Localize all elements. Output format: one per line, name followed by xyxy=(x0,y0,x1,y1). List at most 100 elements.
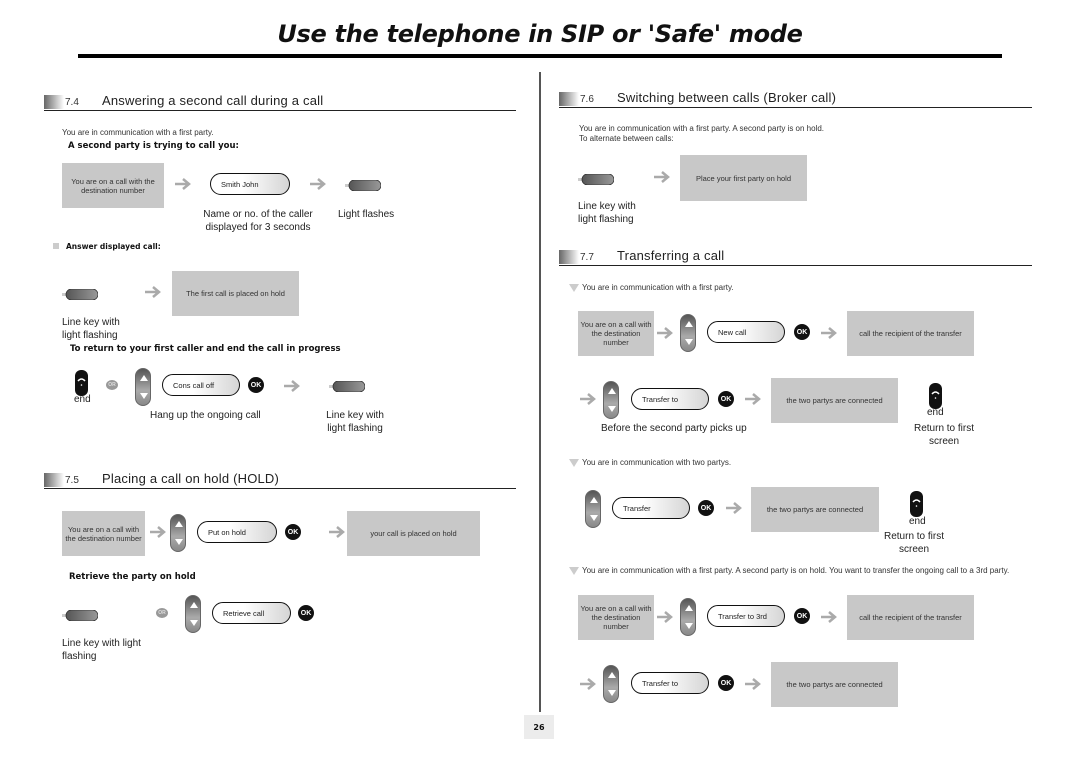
down-arrow-icon xyxy=(608,406,616,412)
navigation-key-icon[interactable] xyxy=(185,595,201,633)
down-arrow-icon xyxy=(175,539,183,545)
right-arrow-icon xyxy=(145,286,163,298)
subheading: A second party is trying to call you: xyxy=(68,141,239,151)
ok-button[interactable]: OK xyxy=(794,324,810,340)
bullet-square xyxy=(53,243,59,249)
intro-text: You are in communication with a first pa… xyxy=(62,128,214,137)
navigation-key-icon[interactable] xyxy=(170,514,186,552)
ok-button[interactable]: OK xyxy=(298,605,314,621)
subheading: Retrieve the party on hold xyxy=(69,572,196,582)
ok-button[interactable]: OK xyxy=(248,377,264,393)
navigation-key-icon[interactable] xyxy=(603,381,619,419)
right-arrow-icon xyxy=(580,678,598,690)
right-arrow-icon xyxy=(284,380,302,392)
caption-return: Return to first screen xyxy=(883,531,945,555)
page-title: Use the telephone in SIP or 'Safe' mode xyxy=(277,20,803,48)
hang-up-key-icon[interactable] xyxy=(910,491,923,517)
caption-hangup: Hang up the ongoing call xyxy=(150,410,261,421)
section-number: 7.5 xyxy=(65,475,79,486)
intro-text: You are in communication with a first pa… xyxy=(582,283,734,292)
ok-button[interactable]: OK xyxy=(718,675,734,691)
display-screen: Transfer xyxy=(612,497,690,519)
section-title: Transferring a call xyxy=(617,248,725,263)
navigation-key-icon[interactable] xyxy=(135,368,151,406)
intro-text: You are in communication with a first pa… xyxy=(582,566,1010,575)
state-box: You are on a call with the destination n… xyxy=(62,163,164,208)
display-screen: Smith John xyxy=(210,173,290,195)
section-title: Answering a second call during a call xyxy=(102,93,324,108)
navigation-key-icon[interactable] xyxy=(680,314,696,352)
intro-text: You are in communication with two partys… xyxy=(582,458,732,467)
up-arrow-icon xyxy=(608,388,616,394)
line-key-icon[interactable] xyxy=(62,287,99,301)
ok-button[interactable]: OK xyxy=(285,524,301,540)
caption-linekey: Line key with light flashing xyxy=(326,410,384,434)
display-screen: Transfer to xyxy=(631,672,709,694)
state-box: call the recipient of the transfer xyxy=(847,311,974,356)
state-box: Place your first party on hold xyxy=(680,155,807,201)
right-arrow-icon xyxy=(150,526,168,538)
intro-text: To alternate between calls: xyxy=(579,134,674,143)
intro-text: You are in communication with a first pa… xyxy=(579,124,825,133)
column-divider xyxy=(539,72,541,712)
caption-linekey: Line key with light flashing xyxy=(62,317,120,341)
section-header-7-6: 7.6 Switching between calls (Broker call… xyxy=(559,90,1032,108)
navigation-key-icon[interactable] xyxy=(585,490,601,528)
line-key-icon[interactable] xyxy=(62,608,99,622)
right-arrow-icon xyxy=(310,178,328,190)
title-rule xyxy=(78,54,1002,58)
line-key-icon[interactable] xyxy=(578,172,615,186)
up-arrow-icon xyxy=(190,602,198,608)
down-arrow-icon xyxy=(140,393,148,399)
right-arrow-icon xyxy=(654,171,672,183)
up-arrow-icon xyxy=(175,521,183,527)
answer-label: Answer displayed call: xyxy=(66,242,161,251)
section-header-7-7: 7.7 Transferring a call xyxy=(559,248,1032,266)
up-arrow-icon xyxy=(608,672,616,678)
navigation-key-icon[interactable] xyxy=(603,665,619,703)
ok-button[interactable]: OK xyxy=(718,391,734,407)
bullet-triangle xyxy=(569,459,579,467)
section-marker xyxy=(559,250,579,264)
bullet-triangle xyxy=(569,567,579,575)
section-title: Placing a call on hold (HOLD) xyxy=(102,471,280,486)
right-arrow-icon xyxy=(175,178,193,190)
line-key-icon[interactable] xyxy=(329,379,366,393)
right-arrow-icon xyxy=(580,393,598,405)
navigation-key-icon[interactable] xyxy=(680,598,696,636)
line-key-icon[interactable] xyxy=(345,178,382,192)
section-marker xyxy=(44,473,64,487)
down-arrow-icon xyxy=(590,515,598,521)
end-label: end xyxy=(909,516,926,527)
end-label: end xyxy=(927,407,944,418)
display-screen: Put on hold xyxy=(197,521,277,543)
section-number: 7.4 xyxy=(65,97,79,108)
up-arrow-icon xyxy=(590,497,598,503)
ok-button[interactable]: OK xyxy=(794,608,810,624)
up-arrow-icon xyxy=(140,375,148,381)
page-number: 26 xyxy=(524,715,554,739)
caption-linekey: Line key with light flashing xyxy=(62,638,141,662)
right-arrow-icon xyxy=(657,611,675,623)
right-arrow-icon xyxy=(821,611,839,623)
end-label: end xyxy=(74,394,91,405)
caption-linekey: Line key with light flashing xyxy=(578,201,636,225)
caption-return: Return to first screen xyxy=(913,423,975,447)
caption-display: Name or no. of the caller displayed for … xyxy=(203,209,313,233)
section-header-7-4: 7.4 Answering a second call during a cal… xyxy=(44,93,516,111)
display-screen: Transfer to 3rd xyxy=(707,605,785,627)
bullet-triangle xyxy=(569,284,579,292)
ok-button[interactable]: OK xyxy=(698,500,714,516)
state-box: You are on a call with the destination n… xyxy=(578,311,654,356)
state-box: your call is placed on hold xyxy=(347,511,480,556)
or-badge: OR xyxy=(156,608,168,618)
down-arrow-icon xyxy=(685,339,693,345)
right-arrow-icon xyxy=(821,327,839,339)
caption-light: Light flashes xyxy=(338,209,395,220)
state-box: The first call is placed on hold xyxy=(172,271,299,316)
display-screen: New call xyxy=(707,321,785,343)
display-screen: Retrieve call xyxy=(212,602,291,624)
down-arrow-icon xyxy=(608,690,616,696)
up-arrow-icon xyxy=(685,321,693,327)
section-title: Switching between calls (Broker call) xyxy=(617,90,837,105)
